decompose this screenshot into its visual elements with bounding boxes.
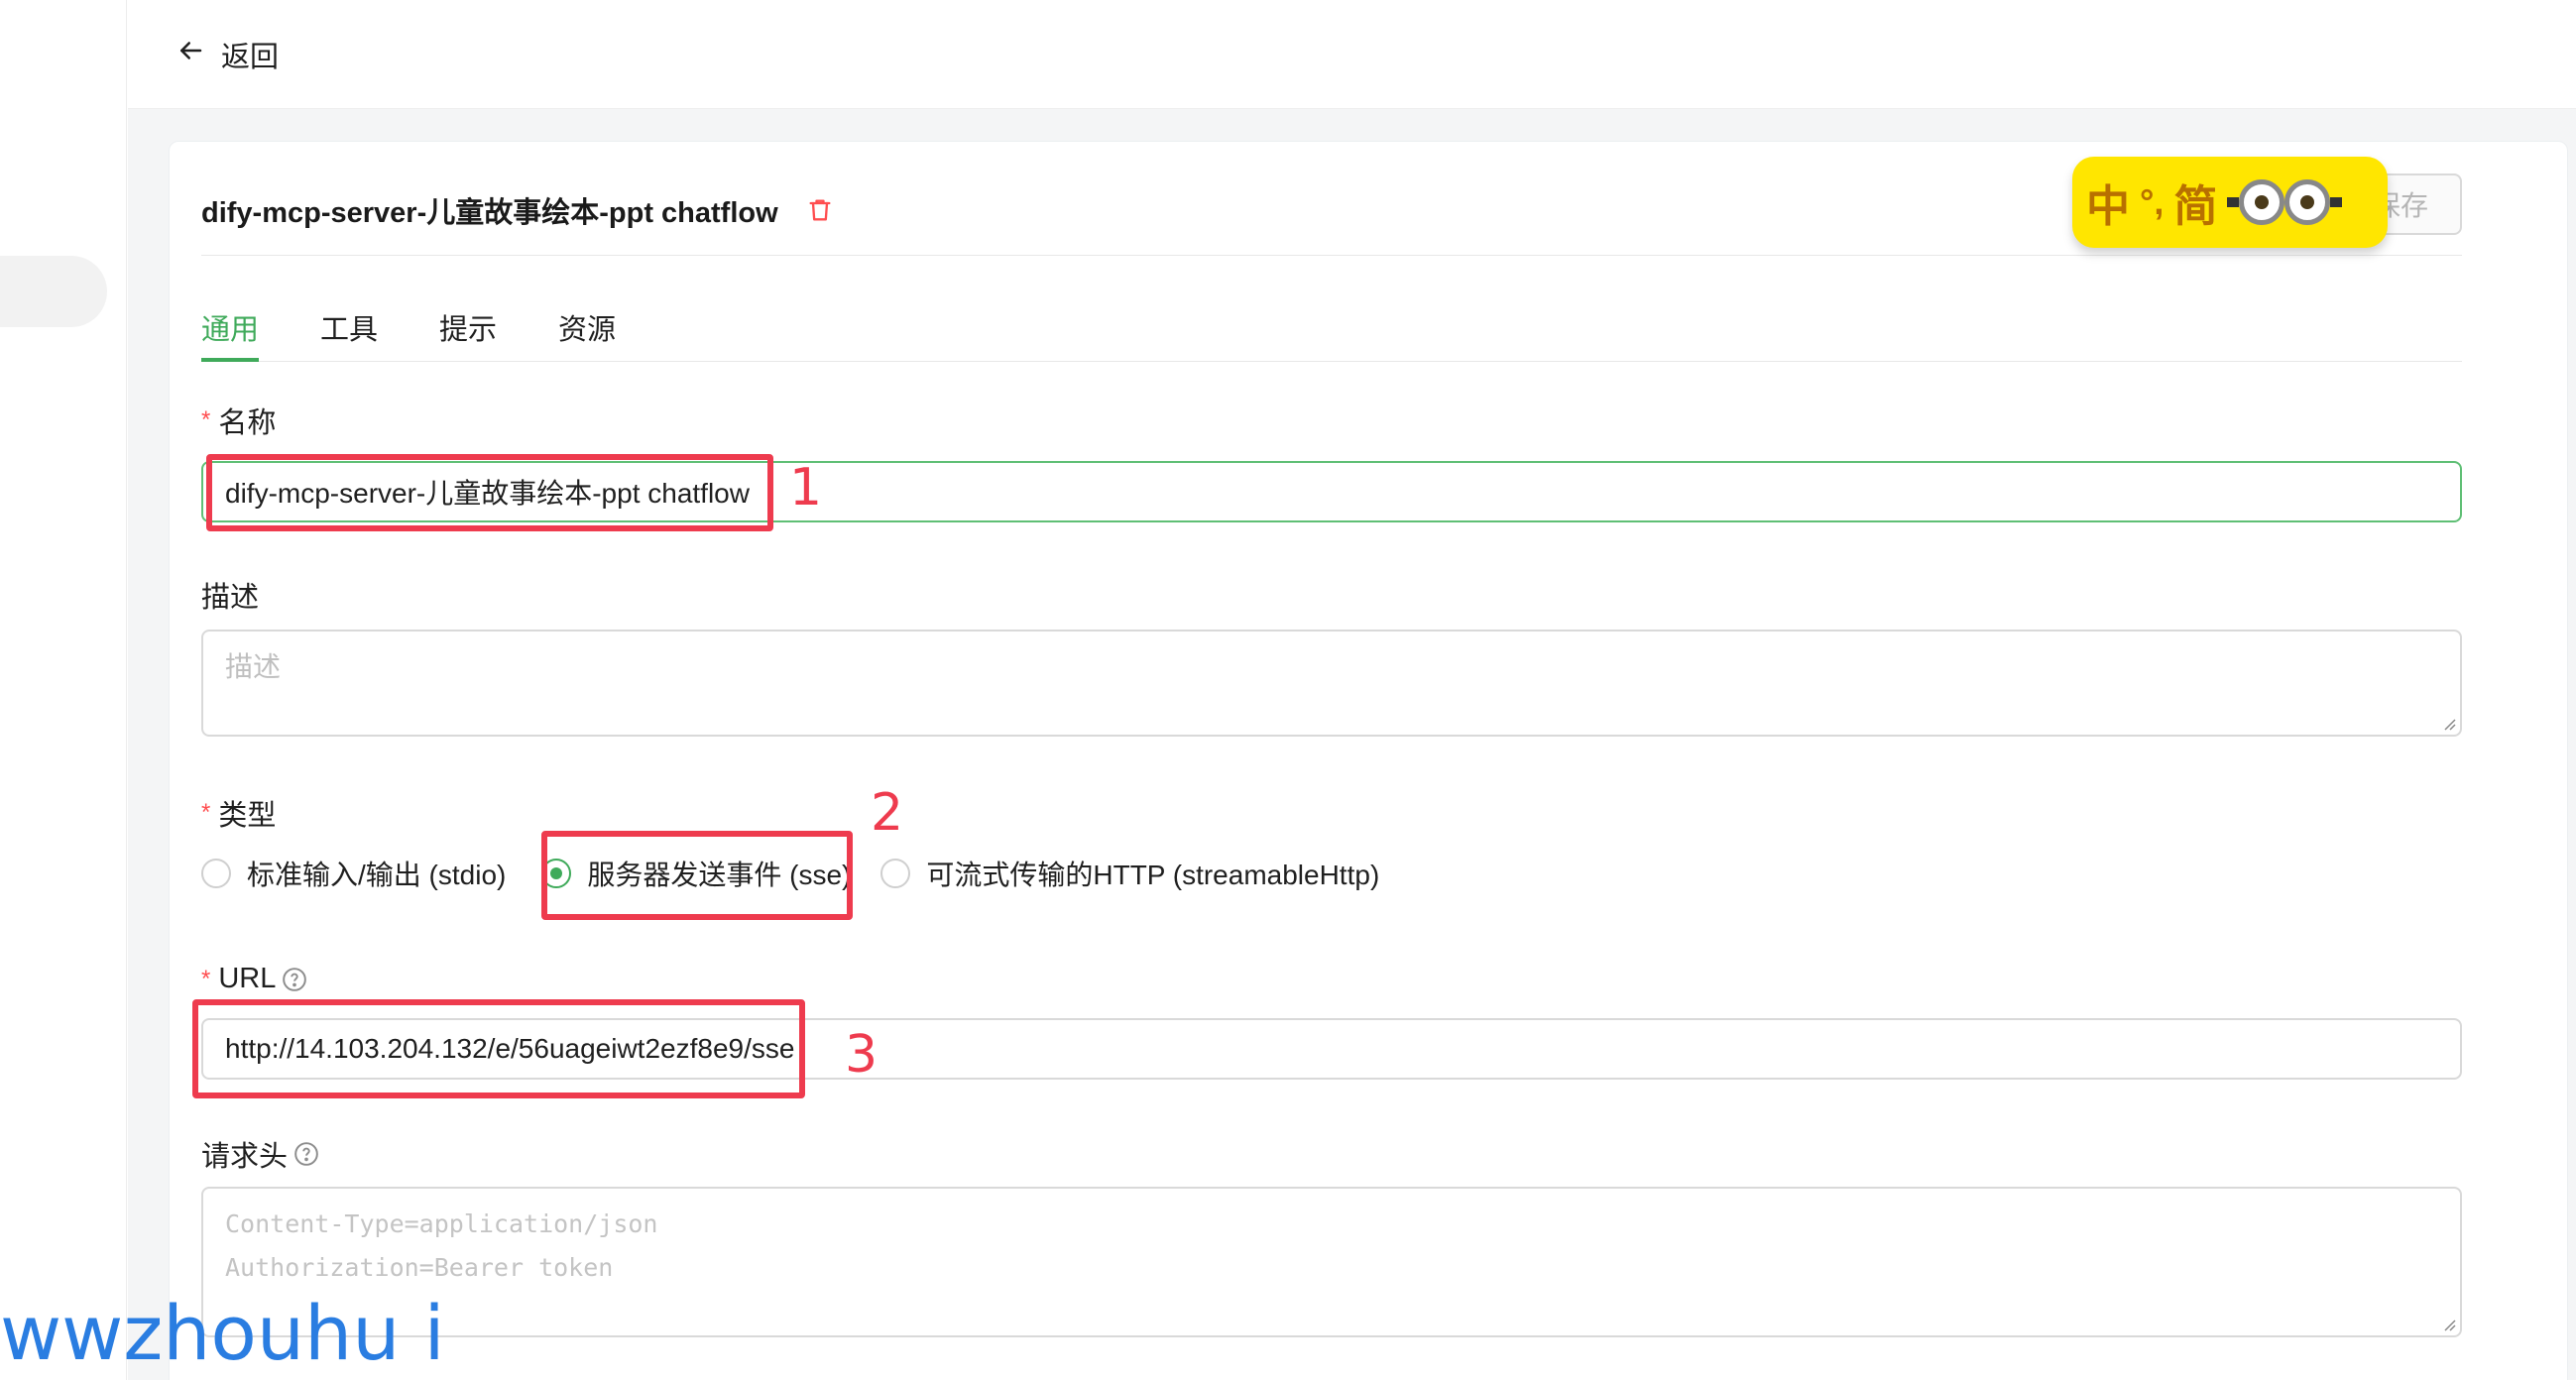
- tab-general[interactable]: 通用: [201, 292, 260, 362]
- server-title: dify-mcp-server-儿童故事绘本-ppt chatflow: [201, 197, 778, 229]
- ime-mode-char: 中: [2086, 181, 2130, 232]
- annotation-box-3: [192, 999, 805, 1098]
- tab-tools[interactable]: 工具: [320, 292, 378, 361]
- url-label-row: * URL: [201, 963, 307, 995]
- description-textarea[interactable]: 描述: [201, 630, 2462, 737]
- tab-bar: 通用 工具 提示 资源: [201, 292, 2462, 362]
- sidebar-active-item[interactable]: [0, 256, 107, 327]
- required-mark: *: [201, 965, 211, 992]
- name-label: 名称: [218, 407, 277, 439]
- tab-prompts[interactable]: 提示: [439, 292, 497, 361]
- card-title-row: dify-mcp-server-儿童故事绘本-ppt chatflow: [201, 189, 834, 231]
- radio-circle[interactable]: [880, 859, 911, 888]
- headers-textarea[interactable]: Content-Type=application/json Authorizat…: [201, 1187, 2462, 1337]
- ime-punct: °,: [2140, 181, 2165, 222]
- headers-placeholder-line1: Content-Type=application/json: [225, 1209, 658, 1238]
- radio-stdio[interactable]: 标准输入/输出 (stdio): [201, 854, 506, 893]
- arrow-left-icon: [176, 36, 205, 73]
- left-sidebar: [0, 0, 127, 1380]
- radio-circle[interactable]: [201, 859, 231, 888]
- type-label-row: * 类型: [201, 792, 276, 834]
- required-mark: *: [201, 799, 211, 826]
- help-icon[interactable]: [293, 1141, 319, 1167]
- goggles-icon: [2227, 179, 2343, 225]
- headers-label-row: 请求头: [201, 1133, 319, 1175]
- ime-script-char: 简: [2173, 181, 2218, 232]
- annotation-number-2: 2: [871, 783, 904, 843]
- annotation-number-3: 3: [845, 1025, 878, 1085]
- headers-label: 请求头: [201, 1141, 289, 1173]
- help-icon[interactable]: [282, 967, 307, 992]
- title-divider: [201, 255, 2462, 256]
- radio-streamable-http[interactable]: 可流式传输的HTTP (streamableHttp): [880, 854, 1379, 893]
- radio-http-label: 可流式传输的HTTP (streamableHttp): [926, 860, 1380, 890]
- tab-resources[interactable]: 资源: [558, 292, 616, 361]
- description-placeholder: 描述: [225, 651, 282, 682]
- watermark-text: wwzhouhu i: [0, 1289, 445, 1377]
- resize-handle-icon[interactable]: [2440, 715, 2456, 731]
- description-label: 描述: [201, 582, 260, 614]
- url-label: URL: [218, 963, 277, 994]
- required-mark: *: [201, 406, 211, 433]
- type-label: 类型: [218, 800, 277, 832]
- headers-placeholder-line2: Authorization=Bearer token: [225, 1253, 614, 1282]
- resize-handle-icon[interactable]: [2440, 1316, 2456, 1331]
- annotation-box-1: [206, 454, 773, 531]
- description-label-row: 描述: [201, 574, 259, 616]
- radio-stdio-label: 标准输入/输出 (stdio): [247, 860, 507, 890]
- annotation-box-2: [541, 831, 853, 920]
- name-label-row: * 名称: [201, 400, 276, 441]
- top-header: 返回: [128, 0, 2576, 109]
- back-button[interactable]: 返回: [176, 34, 279, 75]
- back-label: 返回: [221, 42, 280, 73]
- ime-status-badge[interactable]: 中 °, 简: [2072, 157, 2388, 248]
- server-config-card: dify-mcp-server-儿童故事绘本-ppt chatflow 保存 通…: [169, 141, 2568, 1380]
- annotation-number-1: 1: [789, 458, 823, 518]
- delete-icon[interactable]: [806, 196, 834, 224]
